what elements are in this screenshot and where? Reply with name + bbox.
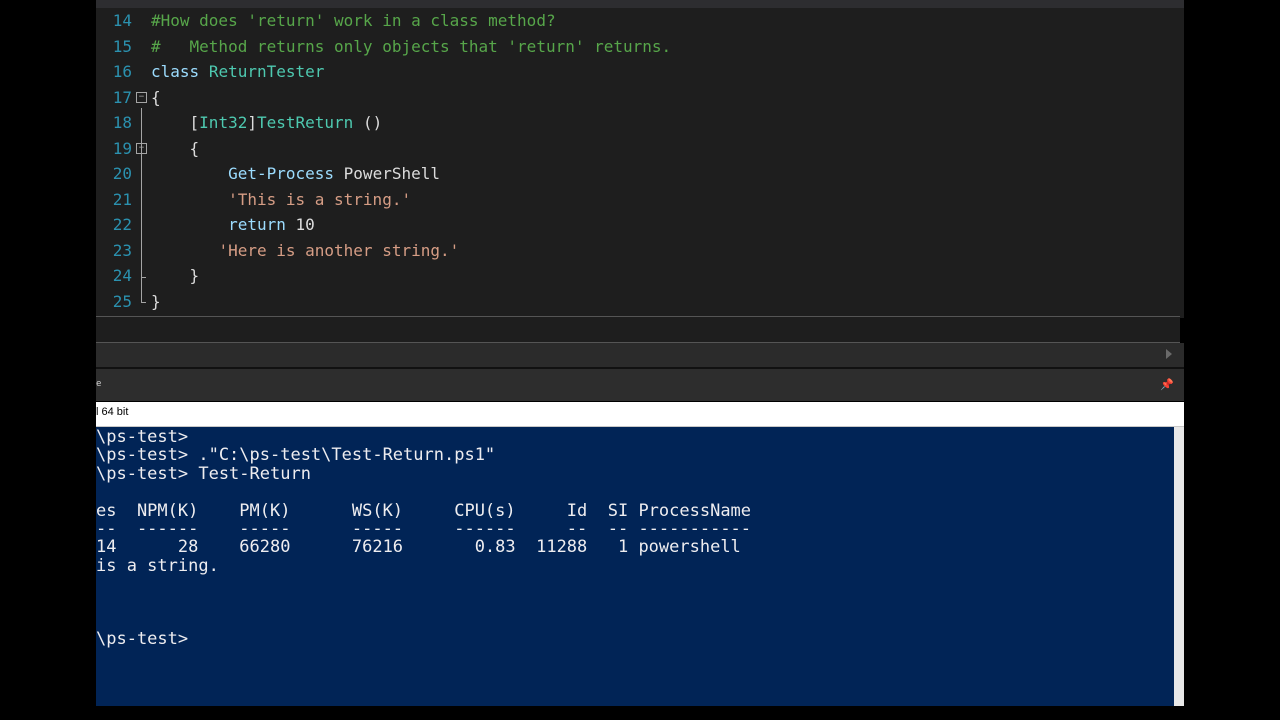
line-number: 15 [112,36,132,56]
editor-top-border [96,0,1184,8]
console-line: -- ------ ----- ----- ------ -- -- -----… [96,519,752,539]
console-title: l 64 bit [96,406,129,418]
code-token: } [151,266,200,285]
code-token: { [151,138,200,158]
code-token: () [353,113,383,132]
code-line-14: 14 #How does 'return' work in a class met… [96,8,1184,33]
scroll-right-icon[interactable] [1166,349,1172,359]
code-token: Int32 [199,113,248,132]
code-line-21: 21 'This is a string.' [96,187,1184,212]
code-token: } [151,291,161,311]
code-line-19: 19− { [96,136,1184,161]
code-line-24: 24 } [96,263,1184,288]
line-number: 16 [112,62,132,81]
code-token: 10 [285,215,315,234]
line-code: 'Here is another string.' [151,238,459,263]
line-number: 25 [112,291,132,311]
line-code: [Int32]TestReturn () [151,110,383,135]
code-token: class [151,62,200,81]
code-line-17: 17−{ [96,85,1184,110]
horizontal-scrollbar[interactable] [96,343,1184,367]
console-line: \ps-test> [96,427,189,447]
code-line-15: 15 # Method returns only objects that 're… [96,34,1184,59]
code-line-22: 22 return 10 [96,212,1184,237]
code-token: TestReturn [256,113,354,132]
console-line: is a string. [96,555,219,576]
line-code: Get-Process PowerShell [151,161,440,186]
console-line: \ps-test> [96,629,189,650]
code-line-18: 18 [Int32]TestReturn () [96,110,1184,135]
line-code: #How does 'return' work in a class metho… [151,8,556,33]
console-line: 14 28 66280 76216 0.83 11288 1 powershel… [96,537,741,558]
line-code: } [151,289,161,314]
fold-end-class [141,302,146,303]
line-code: # Method returns only objects that 'retu… [151,34,671,59]
code-token: { [151,87,161,107]
line-number: 21 [112,189,132,209]
code-line-23: 23 'Here is another string.' [96,238,1184,263]
code-line-26: 26 $rt = New-Object -TypeName ReturnTest… [96,317,1184,389]
code-token: #How does 'return' work in a class metho… [151,11,556,30]
line-number: 23 [112,240,132,260]
line-number: 22 [112,215,132,234]
line-code: { [151,136,200,161]
pin-icon[interactable]: 📌 [1160,378,1174,391]
line-number: 18 [112,113,132,132]
code-token: Get-Process [228,164,335,183]
console-line: es NPM(K) PM(K) WS(K) CPU(s) Id SI Proce… [96,500,752,521]
line-code: class ReturnTester [151,59,324,84]
line-number: 19 [112,138,132,158]
console-line: \ps-test> Test-Return [96,463,311,484]
console-scrollbar[interactable] [1174,427,1184,706]
script-editor[interactable]: 14 #How does 'return' work in a class met… [96,0,1184,318]
fold-guide-class [141,108,142,303]
code-token: ] [247,113,257,132]
code-line-25: 25} [96,289,1184,314]
panel-header-label: e [96,379,102,389]
line-number: 24 [112,266,132,285]
line-code: 'This is a string.' [151,187,411,212]
code-token: 'This is a string.' [228,189,412,209]
console-output[interactable]: \ps-test> \ps-test> ."C:\ps-test\Test-Ret… [96,427,1174,706]
line-code: } [151,263,200,288]
line-code: return 10 [151,212,315,237]
line-number: 20 [112,164,132,183]
console-line: \ps-test> ."C:\ps-test\Test-Return.ps1" [96,445,496,466]
line-number: 14 [112,11,132,30]
code-token: ReturnTester [208,62,325,81]
collapse-icon[interactable]: − [136,91,147,103]
console-title-bar: l 64 bit [96,402,1184,427]
line-number: 17 [112,87,132,107]
code-line-16: 16 class ReturnTester [96,59,1184,84]
code-token: PowerShell [334,164,440,183]
code-line-20: 20 Get-Process PowerShell [96,161,1184,186]
code-token: return [228,215,286,234]
code-token: 'Here is another string.' [218,240,460,260]
code-token: # Method returns only objects that 'retu… [151,36,672,56]
current-line[interactable]: 26 $rt = New-Object -TypeName ReturnTest… [96,316,1180,389]
code-token: [ [151,113,200,132]
fold-end-method [141,277,146,278]
console-panel-header: e 📌 [96,369,1184,401]
line-code: { [151,85,161,110]
